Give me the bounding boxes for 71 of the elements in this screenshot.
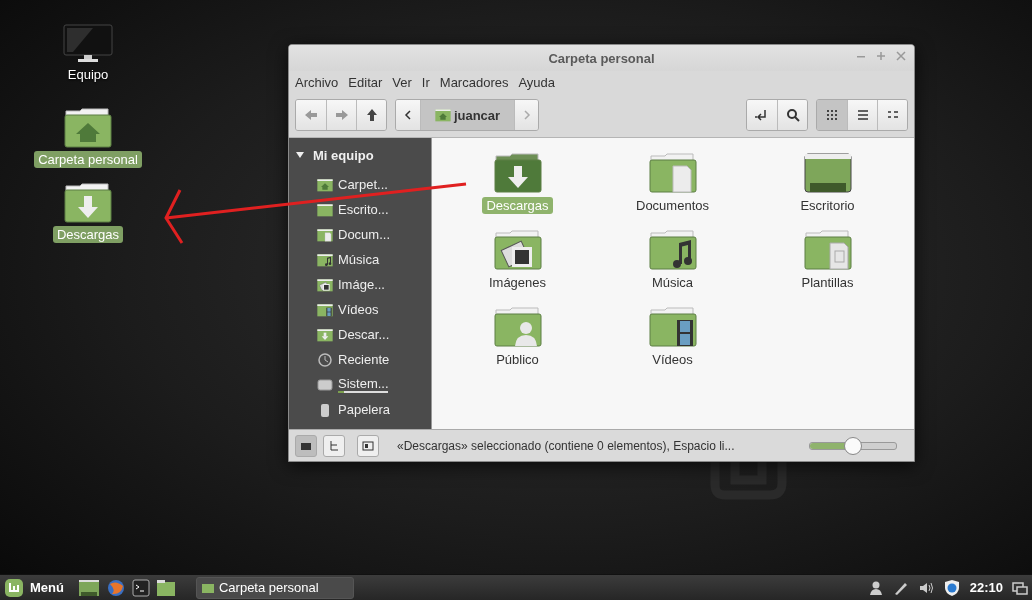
search-button[interactable] — [777, 100, 807, 130]
panel-icon — [362, 439, 374, 452]
menu-item[interactable]: Ayuda — [518, 74, 556, 90]
zoom-slider-thumb[interactable] — [844, 436, 863, 455]
desktop-folder-icon — [803, 152, 852, 194]
user-icon — [867, 579, 884, 596]
terminal-launcher[interactable] — [131, 578, 150, 597]
places-button[interactable] — [295, 434, 317, 457]
chevron-right-icon — [521, 110, 532, 120]
recent-icon — [317, 351, 333, 368]
grid-icon — [826, 109, 838, 121]
sidebar-item[interactable]: Papelera — [338, 402, 391, 417]
sidebar-item[interactable]: Docum... — [338, 227, 390, 242]
home-folder-icon — [64, 107, 112, 149]
view-button[interactable] — [877, 100, 907, 130]
list-icon — [856, 109, 869, 121]
clock: 22:10 — [969, 580, 1003, 595]
folder-label[interactable]: Público — [492, 351, 543, 368]
view-button[interactable] — [817, 100, 847, 130]
expander-down-icon[interactable] — [295, 150, 305, 160]
desktop-icon-label[interactable]: Equipo — [63, 66, 113, 83]
sidebar-item[interactable]: Imáge... — [338, 277, 385, 292]
folder-label[interactable]: Música — [647, 274, 698, 291]
sidebar-heading: Mi equipo — [313, 147, 374, 163]
sidebar-item[interactable]: Sistem... — [338, 376, 389, 391]
back-arrow-icon — [303, 107, 319, 123]
menu-item[interactable]: Marcadores — [439, 74, 509, 90]
menu-item[interactable]: Archivo — [295, 74, 339, 90]
folder-label[interactable]: Plantillas — [797, 274, 858, 291]
monitor-icon — [63, 24, 113, 64]
chevron-left-icon — [403, 110, 413, 120]
folder-label[interactable]: Escritorio — [796, 197, 859, 214]
tree-button[interactable] — [323, 434, 345, 457]
taskbar-window-button[interactable]: Carpeta personal — [195, 576, 354, 599]
tree-icon — [328, 439, 340, 452]
path-left-button[interactable] — [396, 100, 420, 130]
menu-item[interactable]: Editar — [348, 74, 383, 90]
sidebar-toggle-button[interactable] — [357, 434, 379, 457]
folder-label[interactable]: Imágenes — [484, 274, 551, 291]
folder-label[interactable]: Vídeos — [648, 351, 697, 368]
globe-icon — [105, 577, 126, 598]
location-toggle-button[interactable] — [747, 100, 777, 130]
mint-logo-icon — [4, 577, 24, 598]
forward-arrow-icon — [333, 107, 350, 123]
status-text: «Descargas» seleccionado (contiene 0 elementos), Espacio li... — [397, 438, 736, 453]
close-icon — [896, 51, 906, 61]
windows-icon — [1012, 579, 1028, 596]
sidebar-item[interactable]: Carpet... — [338, 177, 388, 192]
path-button[interactable]: juancar — [420, 100, 514, 130]
sidebar-item[interactable]: Vídeos — [338, 302, 379, 317]
menu-item[interactable]: Ver — [392, 74, 412, 90]
browser-launcher[interactable] — [105, 577, 126, 598]
menu-item[interactable]: Ir — [421, 74, 430, 90]
shield-icon — [942, 578, 961, 597]
menu-button[interactable]: Menú — [4, 577, 72, 598]
window-title: Carpeta personal — [548, 50, 655, 66]
maximize-icon — [876, 51, 886, 61]
up-button[interactable] — [356, 100, 386, 130]
terminal-icon — [131, 578, 150, 597]
compact-list-icon — [886, 109, 899, 121]
sidebar-item[interactable]: Reciente — [338, 352, 390, 367]
sidebar-item[interactable]: Descar... — [338, 327, 390, 342]
sidebar-item[interactable]: Escrito... — [338, 202, 389, 217]
folder-label[interactable]: Documentos — [632, 197, 713, 214]
download-folder-icon — [64, 182, 112, 224]
back-button[interactable] — [296, 100, 326, 130]
desktop-icon — [77, 578, 100, 597]
search-icon — [784, 107, 801, 123]
show-desktop-launcher[interactable] — [77, 578, 100, 597]
sidebar-item[interactable]: Música — [338, 252, 380, 267]
view-button[interactable] — [847, 100, 877, 130]
